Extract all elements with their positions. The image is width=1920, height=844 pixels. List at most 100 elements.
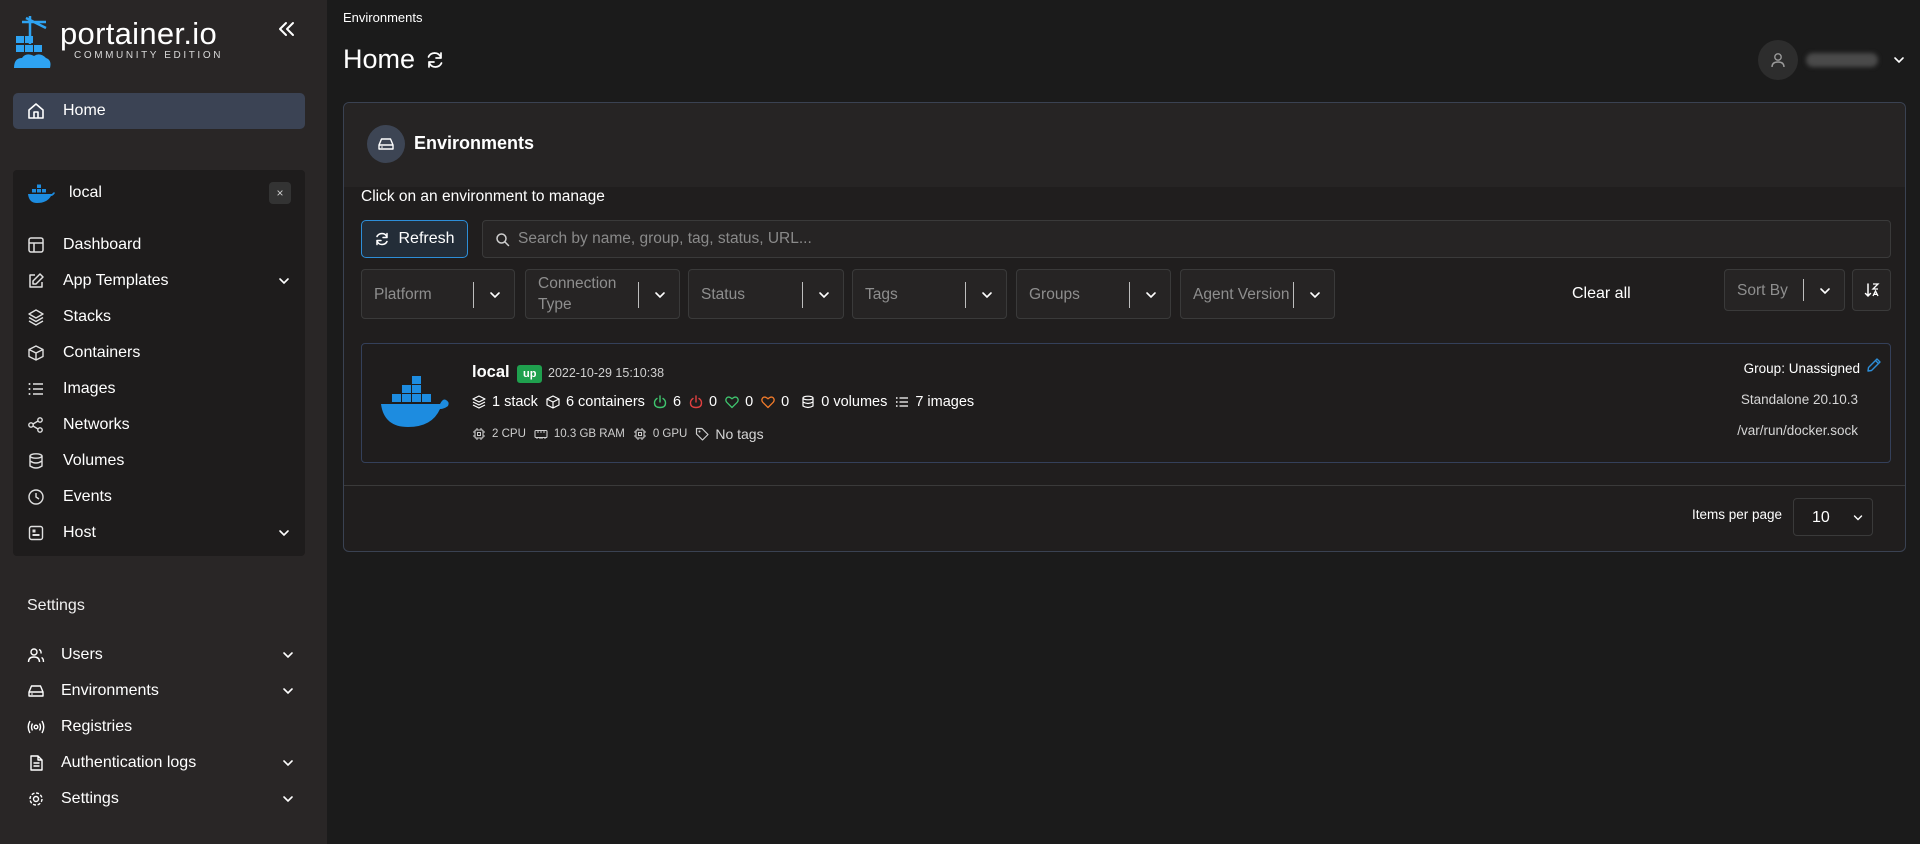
chevron-down-icon	[490, 292, 500, 299]
resource-cpu-value: 2 CPU	[492, 428, 526, 440]
filter-separator	[965, 282, 966, 308]
chevron-down-icon	[279, 278, 289, 285]
sidebar-item-volumes[interactable]: Volumes	[27, 446, 295, 476]
sidebar-item-dashboard[interactable]: Dashboard	[27, 230, 295, 260]
sort-order-button[interactable]	[1852, 269, 1891, 311]
resource-gpu-value: 0 GPU	[652, 428, 688, 440]
filter-platform[interactable]: Platform	[361, 269, 515, 319]
filter-label: Platform	[374, 285, 432, 303]
chevron-down-icon	[283, 796, 293, 803]
search-icon	[496, 232, 510, 246]
stat-images: 7 images	[895, 394, 974, 410]
brand-name: portainer.io	[60, 16, 217, 51]
stat-stopped-value: 0	[709, 394, 718, 410]
database-icon	[802, 395, 814, 409]
panel-divider	[344, 485, 1905, 486]
box-icon	[546, 395, 560, 409]
environment-url: /var/run/docker.sock	[1737, 423, 1858, 438]
sidebar-item-images[interactable]: Images	[27, 374, 295, 404]
filter-groups[interactable]: Groups	[1016, 269, 1171, 319]
sidebar-item-label: Events	[63, 488, 112, 505]
filter-separator	[638, 282, 639, 308]
chevron-down-icon	[1894, 57, 1904, 64]
stat-healthy: 0	[725, 394, 753, 410]
stat-stacks-value: 1 stack	[492, 394, 538, 410]
sidebar-item-label: Containers	[63, 344, 141, 361]
refresh-button-label: Refresh	[398, 230, 455, 247]
resource-ram: 10.3 GB RAM	[534, 427, 625, 441]
sidebar-item-label: Networks	[63, 416, 130, 433]
sort-icon	[1864, 283, 1880, 298]
sidebar-item-registries[interactable]: Registries	[27, 712, 295, 742]
avatar[interactable]	[1758, 40, 1798, 80]
close-environment-button[interactable]: ×	[269, 182, 291, 204]
refresh-button[interactable]: Refresh	[361, 220, 468, 258]
filter-separator	[1129, 282, 1130, 308]
filter-connection-type[interactable]: Connection Type	[525, 269, 680, 319]
items-per-page-value: 10	[1812, 509, 1830, 526]
filter-agent-version[interactable]: Agent Version	[1180, 269, 1335, 319]
search-input[interactable]	[518, 230, 1878, 248]
sidebar-item-environments[interactable]: Environments	[27, 676, 295, 706]
filter-label: Groups	[1029, 285, 1080, 303]
chevron-down-icon	[1853, 515, 1863, 521]
filter-tags[interactable]: Tags	[852, 269, 1007, 319]
sidebar-item-authentication-logs[interactable]: Authentication logs	[27, 748, 295, 778]
sidebar-item-app-templates[interactable]: App Templates	[27, 266, 295, 296]
search-box[interactable]	[482, 220, 1891, 258]
list-icon	[896, 397, 909, 407]
environment-type: Standalone 20.10.3	[1740, 392, 1858, 407]
items-per-page-select[interactable]: 10	[1793, 498, 1873, 536]
refresh-icon	[376, 232, 389, 246]
hard-drive-icon	[28, 685, 44, 697]
chevron-down-icon	[1820, 288, 1830, 295]
filter-status[interactable]: Status	[688, 269, 844, 319]
portainer-logo-icon	[14, 16, 51, 68]
stat-unhealthy-value: 0	[781, 394, 790, 410]
gpu-icon	[633, 428, 646, 440]
panel-icon-circle	[367, 125, 405, 163]
stat-volumes: 0 volumes	[801, 394, 887, 410]
filter-label: Agent Version	[1193, 285, 1290, 303]
chevrons-left-icon	[279, 22, 294, 36]
status-badge: up	[517, 365, 543, 383]
host-icon	[28, 525, 44, 541]
stat-images-value: 7 images	[915, 394, 975, 410]
environment-card[interactable]: local up 2022-10-29 15:10:38 1 stack 6 c…	[361, 343, 1891, 463]
chevron-down-icon	[279, 530, 289, 537]
username-redacted	[1806, 53, 1878, 67]
sidebar-item-label: App Templates	[63, 272, 169, 289]
collapse-sidebar-button[interactable]	[270, 16, 302, 42]
sidebar-item-events[interactable]: Events	[27, 482, 295, 512]
filter-label: Status	[701, 285, 745, 303]
chevron-down-icon	[283, 652, 293, 659]
sidebar-item-host[interactable]: Host	[27, 518, 295, 548]
power-icon	[653, 395, 667, 409]
clear-all-button[interactable]: Clear all	[1572, 285, 1631, 303]
portainer-logo[interactable]: portainer.io COMMUNITY EDITION	[12, 14, 223, 70]
sort-by-select[interactable]: Sort By	[1724, 269, 1845, 311]
edit-icon[interactable]	[1866, 357, 1882, 373]
sidebar-item-containers[interactable]: Containers	[27, 338, 295, 368]
power-off-icon	[689, 395, 703, 409]
chevron-down-icon	[655, 292, 665, 299]
sidebar-item-home[interactable]: Home	[13, 93, 305, 129]
stat-stacks: 1 stack	[472, 394, 538, 410]
breadcrumb[interactable]: Environments	[343, 10, 422, 25]
sidebar-item-label: Settings	[61, 790, 119, 807]
sidebar: portainer.io COMMUNITY EDITION Home loca…	[0, 0, 327, 844]
environment-timestamp: 2022-10-29 15:10:38	[548, 366, 665, 380]
resource-tags: No tags	[695, 426, 764, 442]
sidebar-item-users[interactable]: Users	[27, 640, 295, 670]
stat-containers-value: 6 containers	[565, 394, 645, 410]
user-menu[interactable]	[1758, 40, 1906, 80]
settings-icon	[29, 792, 43, 806]
sidebar-item-networks[interactable]: Networks	[27, 410, 295, 440]
sidebar-item-stacks[interactable]: Stacks	[27, 302, 295, 332]
refresh-icon[interactable]	[425, 50, 445, 70]
chevron-down-icon	[283, 688, 293, 695]
chevron-down-icon	[1146, 292, 1156, 299]
sidebar-item-settings[interactable]: Settings	[27, 784, 295, 814]
environment-name: local	[472, 363, 510, 381]
database-icon	[29, 453, 43, 469]
